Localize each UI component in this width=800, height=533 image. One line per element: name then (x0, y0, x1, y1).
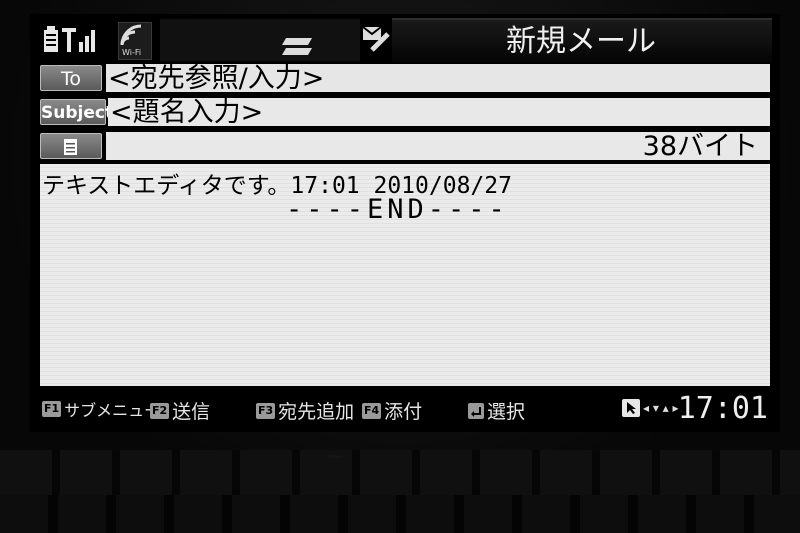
subject-field[interactable]: <題名入力> (108, 98, 770, 128)
subject-row: Subject <題名入力> (40, 98, 770, 128)
to-field[interactable]: <宛先参照/入力> (106, 64, 770, 94)
layers-icon (280, 36, 314, 58)
enter-label: 選択 (487, 401, 526, 423)
message-body[interactable]: テキストエディタです。17:01 2010/08/27 ----END---- (40, 164, 770, 386)
f3-add-recipient-key[interactable]: F3 宛先追加 (256, 397, 354, 424)
to-row: To <宛先参照/入力> (40, 64, 770, 94)
function-bar: F1 サブメニュー F2 送信 F3 宛先追加 F4 添付 選択 ◂ ▾ ▴ ▸ (30, 389, 780, 432)
wifi-icon: Wi-Fi (118, 22, 152, 60)
size-row: 38バイト (40, 132, 770, 162)
arrow-keys-icon: ◂ ▾ ▴ ▸ (643, 401, 679, 415)
f1-label: サブメニュー (64, 401, 161, 420)
end-marker: ----END---- (286, 194, 509, 225)
f3-label: 宛先追加 (278, 401, 355, 423)
cursor-mode-indicator: ◂ ▾ ▴ ▸ (622, 399, 679, 417)
f1-submenu-key[interactable]: F1 サブメニュー (42, 397, 160, 421)
f4-attach-key[interactable]: F4 添付 (362, 397, 422, 424)
status-indicator-area (160, 19, 360, 61)
status-bar: Wi-Fi 新規メール (30, 14, 780, 64)
f2-send-key[interactable]: F2 送信 (150, 397, 210, 424)
f4-key-badge: F4 (362, 402, 382, 419)
enter-select-key[interactable]: 選択 (468, 397, 525, 424)
battery-signal-icon (42, 24, 102, 56)
keyboard-row-bottom (0, 495, 800, 533)
f2-label: 送信 (172, 401, 211, 423)
f4-label: 添付 (384, 401, 423, 423)
f3-key-badge: F3 (256, 402, 276, 419)
size-indicator: 38バイト (106, 132, 770, 162)
memo-icon (64, 139, 77, 155)
f2-key-badge: F2 (150, 402, 170, 419)
wifi-label: Wi-Fi (122, 48, 142, 57)
enter-icon (468, 402, 484, 419)
f1-key-badge: F1 (42, 401, 62, 417)
memo-button[interactable] (40, 133, 102, 159)
clock: 17:01 (677, 391, 768, 426)
phone-screen: Wi-Fi 新規メール To <宛先参照/入力> Subject <題名入力> (30, 14, 780, 432)
cursor-icon (622, 399, 640, 417)
screen-title: 新規メール (392, 18, 772, 62)
mail-edit-icon (362, 24, 392, 54)
subject-button[interactable]: Subject (40, 99, 113, 125)
to-button[interactable]: To (40, 65, 102, 91)
